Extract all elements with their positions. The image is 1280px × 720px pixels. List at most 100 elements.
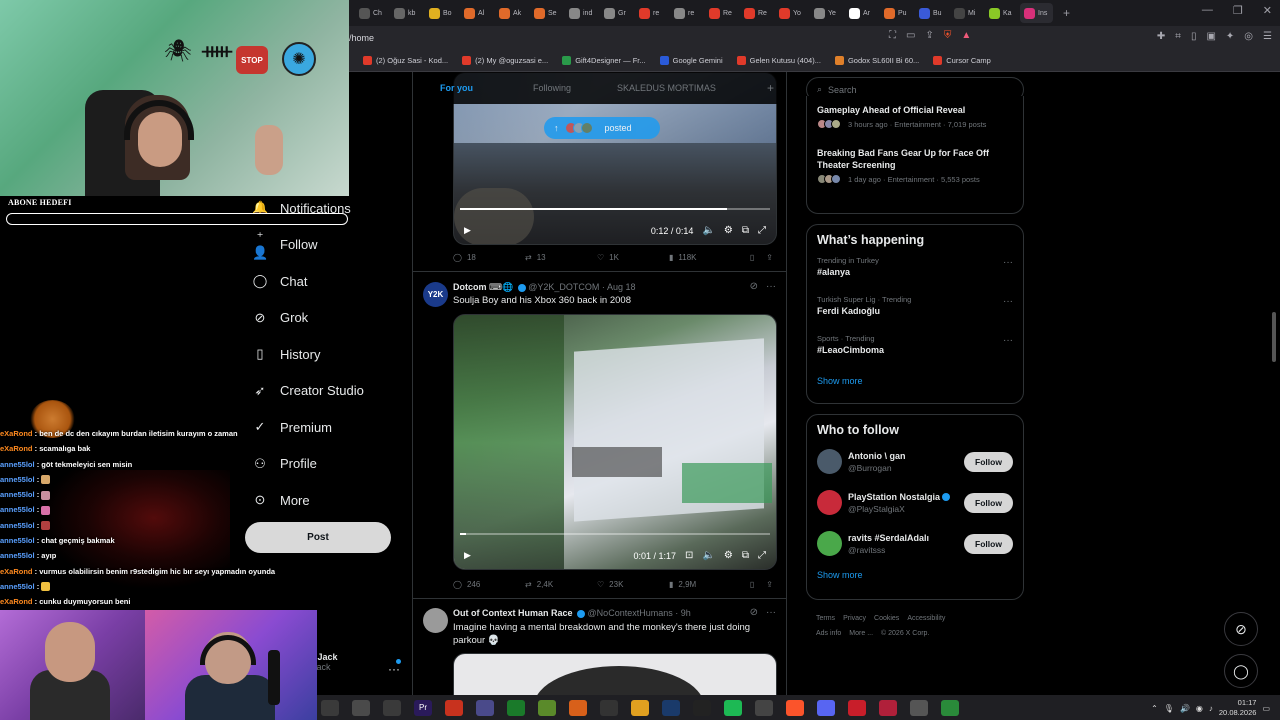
follow-button[interactable]: Follow: [964, 492, 1013, 513]
browser-tab[interactable]: Bu: [915, 3, 948, 23]
chevron-up-icon[interactable]: ⌃: [1151, 704, 1158, 713]
tab-list[interactable]: SKALEDUS MORTIMAS: [587, 83, 732, 93]
tweet2-video[interactable]: ▶ 0:01 / 1:17 ⊡ 🔈 ⚙ ⧉ ⤢: [453, 314, 777, 570]
footer-link[interactable]: Cookies: [874, 615, 899, 622]
show-more-link[interactable]: Show more: [807, 564, 1023, 590]
tweet3-video[interactable]: [453, 653, 777, 695]
volume-icon[interactable]: 🔊: [1180, 704, 1190, 713]
reply-button[interactable]: ◯ 246: [453, 580, 525, 589]
avatar[interactable]: [817, 449, 842, 474]
browser-tab[interactable]: Re: [740, 3, 773, 23]
taskbar-app-icon[interactable]: [755, 699, 773, 716]
new-posts-pill[interactable]: ↑ posted: [544, 117, 660, 139]
nav-item-follow[interactable]: ⁺👤 Follow: [240, 227, 410, 264]
browser-tab[interactable]: Bo: [425, 3, 458, 23]
taskbar-app-icon[interactable]: Pr: [414, 699, 432, 716]
speaker-icon[interactable]: ♪: [1209, 704, 1213, 713]
screenshot-icon[interactable]: ⌗: [1175, 31, 1181, 42]
grok-fab[interactable]: ⊘: [1224, 612, 1258, 646]
trend-item[interactable]: Sports · Trending #LeaoCimboma ···: [807, 329, 1023, 368]
footer-link[interactable]: More ...: [849, 630, 873, 637]
author-name[interactable]: Dotcom: [453, 282, 487, 292]
taskbar-app-icon[interactable]: [538, 699, 556, 716]
extensions-icon[interactable]: ✚: [1157, 31, 1165, 42]
share-icon[interactable]: ⇪: [766, 253, 773, 262]
taskbar-app-icon[interactable]: [910, 699, 928, 716]
cast-icon[interactable]: ▭: [906, 30, 915, 41]
sidebar-icon[interactable]: ▯: [1191, 31, 1197, 42]
taskbar-app-icon[interactable]: [569, 699, 587, 716]
bookmark-item[interactable]: (2) My @oguzsasi e...: [462, 56, 548, 65]
footer-link[interactable]: Accessibility: [907, 615, 945, 622]
browser-tab[interactable]: Ak: [495, 3, 528, 23]
url-field[interactable]: /home: [349, 33, 374, 43]
volume-icon[interactable]: 🔈: [702, 550, 714, 561]
bookmark-item[interactable]: Google Gemini: [659, 56, 723, 65]
mic-icon[interactable]: 🎙: [1164, 704, 1174, 713]
browser-tab[interactable]: Ka: [985, 3, 1018, 23]
browser-tab[interactable]: Ar: [845, 3, 878, 23]
taskbar-app-icon[interactable]: [383, 699, 401, 716]
repost-button[interactable]: ⇄ 2,4K: [525, 580, 597, 589]
footer-link[interactable]: Terms: [816, 615, 835, 622]
settings-icon[interactable]: ⚙: [724, 550, 733, 561]
grok-icon[interactable]: ⊘: [750, 607, 758, 618]
news-item[interactable]: Gameplay Ahead of Official Reveal 3 hour…: [807, 96, 1023, 133]
bookmark-icon[interactable]: ▯: [750, 580, 754, 589]
like-button[interactable]: ♡ 23K: [597, 580, 669, 589]
avatar[interactable]: Y2K: [423, 282, 448, 307]
tab-following[interactable]: Following: [489, 83, 587, 93]
play-icon[interactable]: ▶: [464, 550, 471, 561]
translate-icon[interactable]: ⛶: [889, 30, 896, 41]
fullscreen-icon[interactable]: ⤢: [758, 550, 766, 561]
follow-button[interactable]: Follow: [964, 451, 1013, 472]
follow-suggestion[interactable]: Antonio \ gan @Burrogan Follow: [807, 441, 1023, 482]
browser-tab[interactable]: Mi: [950, 3, 983, 23]
share-icon[interactable]: ⇪: [766, 580, 773, 589]
fullscreen-icon[interactable]: ⤢: [758, 225, 766, 236]
taskbar-app-icon[interactable]: [631, 699, 649, 716]
browser-tab[interactable]: Ins: [1020, 3, 1053, 23]
taskbar-app-icon[interactable]: [879, 699, 897, 716]
reply-button[interactable]: ◯ 18: [453, 253, 525, 262]
more-icon[interactable]: ···: [1003, 296, 1013, 307]
messages-fab[interactable]: ◯: [1224, 654, 1258, 688]
tab-for-you[interactable]: For you: [413, 83, 489, 93]
brave-shield-icon[interactable]: ⛨: [944, 30, 952, 41]
menu-icon[interactable]: ☰: [1263, 31, 1272, 42]
follow-suggestion[interactable]: ravits #SerdalAdalı @ravitsss Follow: [807, 523, 1023, 564]
bookmark-item[interactable]: (2) Oğuz Sasi - Kod...: [363, 56, 448, 65]
browser-tab[interactable]: kb: [390, 3, 423, 23]
like-button[interactable]: ♡ 1K: [597, 253, 669, 262]
show-more-link[interactable]: Show more: [807, 368, 1023, 396]
clock[interactable]: 01:17 20.08.2026: [1219, 698, 1257, 718]
views-button[interactable]: ▮ 118K: [669, 253, 741, 262]
taskbar-app-icon[interactable]: [817, 699, 835, 716]
notifications-icon[interactable]: ▭: [1262, 704, 1270, 713]
taskbar-app-icon[interactable]: [445, 699, 463, 716]
taskbar-app-icon[interactable]: [848, 699, 866, 716]
account-more-icon[interactable]: ···: [388, 662, 400, 676]
maximize-icon[interactable]: ❐: [1233, 4, 1243, 17]
scrollbar[interactable]: [1272, 312, 1276, 362]
author-handle[interactable]: @NoContextHumans: [588, 608, 673, 618]
video-progress[interactable]: [460, 533, 770, 535]
taskbar-app-icon[interactable]: [724, 699, 742, 716]
bookmark-item[interactable]: Gelen Kutusu (404)...: [736, 56, 821, 65]
tweet-date[interactable]: Aug 18: [607, 282, 636, 292]
avatar[interactable]: [817, 531, 842, 556]
nav-item-chat[interactable]: ◯ Chat: [240, 263, 410, 300]
tweet-date[interactable]: 9h: [681, 608, 691, 618]
browser-tab[interactable]: re: [670, 3, 703, 23]
wallet-icon[interactable]: ▣: [1206, 31, 1215, 42]
trend-item[interactable]: Trending in Turkey #alanya ···: [807, 251, 1023, 290]
bookmark-item[interactable]: Godox SL60II Bi 60...: [834, 56, 919, 65]
browser-tab[interactable]: Pu: [880, 3, 913, 23]
nav-item-grok[interactable]: ⊘ Grok: [240, 300, 410, 337]
taskbar-app-icon[interactable]: [786, 699, 804, 716]
play-icon[interactable]: ▶: [464, 225, 471, 236]
taskbar-app-icon[interactable]: [662, 699, 680, 716]
browser-tab[interactable]: Re: [705, 3, 738, 23]
author-name[interactable]: Out of Context Human Race: [453, 608, 573, 618]
more-icon[interactable]: ···: [766, 607, 776, 618]
